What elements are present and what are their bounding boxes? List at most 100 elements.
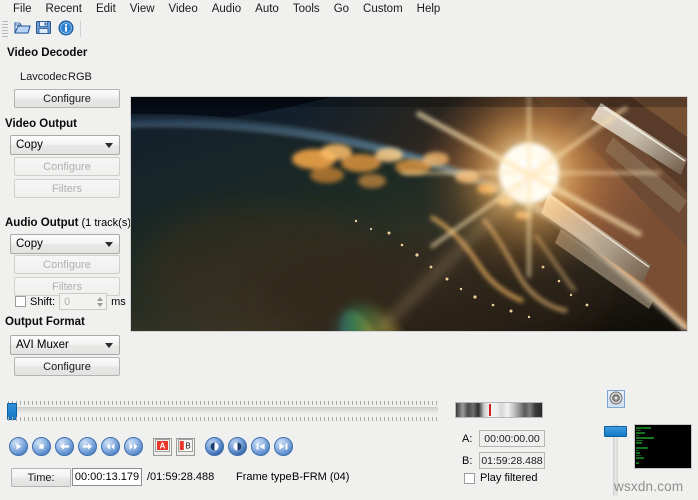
tool-bar [0,18,698,40]
volume-slider-handle[interactable] [604,426,627,437]
info-button[interactable] [55,19,77,39]
video-output-codec-select[interactable]: Copy [10,135,120,155]
double-arrow-left-icon [105,442,116,451]
play-icon [14,442,23,451]
audio-output-label-row: Audio Output (1 track(s)) [5,217,135,229]
video-decoder-configure-button[interactable]: Configure [14,89,120,108]
forward-button[interactable] [124,437,143,456]
video-output-filters-button[interactable]: Filters [14,179,120,198]
navigation-gradient-strip[interactable] [455,402,543,418]
go-to-start-button[interactable] [251,437,270,456]
marker-a-value[interactable]: 00:00:00.00 [479,430,545,447]
chevron-down-icon [105,143,113,148]
audio-output-label: Audio Output [5,217,79,229]
open-file-button[interactable] [11,19,33,39]
circle-target-icon [609,391,623,408]
menu-audio[interactable]: Audio [205,1,248,18]
decoder-codec-name: Lavcodec [20,71,68,83]
save-file-button[interactable] [33,19,55,39]
next-black-frame-button[interactable] [228,437,247,456]
decoder-colorspace: RGB [68,71,92,83]
video-decoder-label: Video Decoder [7,47,88,59]
audio-track-count: (1 track(s)) [78,217,135,229]
menu-video[interactable]: Video [162,1,205,18]
menu-auto[interactable]: Auto [248,1,286,18]
transport-controls: A B [9,437,293,456]
menu-recent[interactable]: Recent [39,1,89,18]
menu-view[interactable]: View [123,1,162,18]
audio-shift-row: Shift: 0 ms [15,293,126,310]
svg-text:B: B [185,442,190,451]
skip-start-icon [255,442,266,451]
audio-level-meter [634,424,692,469]
timeline-ticks-bottom [8,417,438,421]
play-filtered-checkbox[interactable] [464,472,475,484]
svg-text:A: A [160,442,166,451]
timeline-ticks-top [8,401,438,405]
mark-a-button[interactable]: A [153,437,172,456]
marker-b-label: B: [462,455,473,467]
left-settings-panel: Video Decoder Lavcodec RGB Configure Vid… [0,40,135,388]
chevron-down-icon [105,242,113,247]
half-circle-right-icon [232,441,243,452]
stop-icon [37,442,46,451]
marker-a-label: A: [462,433,473,445]
audio-waveform-icon [635,425,691,468]
next-frame-button[interactable] [78,437,97,456]
marker-b-value[interactable]: 01:59:28.488 [479,452,545,469]
frame-type-label: Frame type: [236,471,295,483]
video-preview[interactable] [130,96,688,332]
play-filtered-label: Play filtered [480,472,538,484]
video-frame-image [131,97,687,331]
toolbar-separator [80,21,81,37]
watermark-text: wsxdn.com [614,479,684,494]
double-arrow-right-icon [128,442,139,451]
audio-output-codec-value: Copy [16,238,43,250]
output-format-label: Output Format [5,316,85,328]
skip-end-icon [278,442,289,451]
go-to-end-button[interactable] [274,437,293,456]
chevron-down-icon [105,343,113,348]
current-time-input[interactable]: 00:00:13.179 [72,468,142,486]
menu-file[interactable]: File [6,1,39,18]
navigation-position-marker [488,404,491,416]
menu-bar: File Recent Edit View Video Audio Auto T… [0,0,698,18]
audio-output-codec-select[interactable]: Copy [10,234,120,254]
frame-type-value: B-FRM (04) [292,471,350,483]
output-format-select[interactable]: AVI Muxer [10,335,120,355]
info-icon [58,20,74,39]
output-format-value: AVI Muxer [16,339,69,351]
previous-black-frame-button[interactable] [205,437,224,456]
audio-shift-value: 0 [64,295,71,308]
menu-go[interactable]: Go [327,1,356,18]
menu-custom[interactable]: Custom [356,1,410,18]
video-output-label: Video Output [5,118,77,130]
stop-button[interactable] [32,437,51,456]
audio-shift-unit: ms [111,295,126,308]
audio-output-configure-button[interactable]: Configure [14,255,120,274]
total-time-label: /01:59:28.488 [147,471,215,483]
toolbar-drag-handle[interactable] [2,21,8,37]
half-circle-left-icon [209,441,220,452]
audio-shift-input[interactable]: 0 [59,293,108,310]
menu-tools[interactable]: Tools [286,1,327,18]
arrow-right-icon [82,442,93,451]
menu-help[interactable]: Help [410,1,448,18]
menu-edit[interactable]: Edit [89,1,123,18]
previous-frame-button[interactable] [55,437,74,456]
marker-a-icon: A [155,439,170,454]
audio-shift-checkbox[interactable] [15,296,26,307]
mark-b-button[interactable]: B [176,437,195,456]
video-output-configure-button[interactable]: Configure [14,157,120,176]
audio-shift-label: Shift: [30,295,56,308]
avidemux-window: File Recent Edit View Video Audio Auto T… [0,0,698,500]
play-button[interactable] [9,437,28,456]
rewind-button[interactable] [101,437,120,456]
save-file-icon [36,20,52,38]
output-format-configure-button[interactable]: Configure [14,357,120,376]
preview-mode-button[interactable] [607,390,625,408]
spinner-arrows-icon[interactable] [97,295,104,308]
video-output-codec-value: Copy [16,139,43,151]
time-label-button[interactable]: Time: [11,468,71,487]
seek-slider-track[interactable] [8,407,438,414]
